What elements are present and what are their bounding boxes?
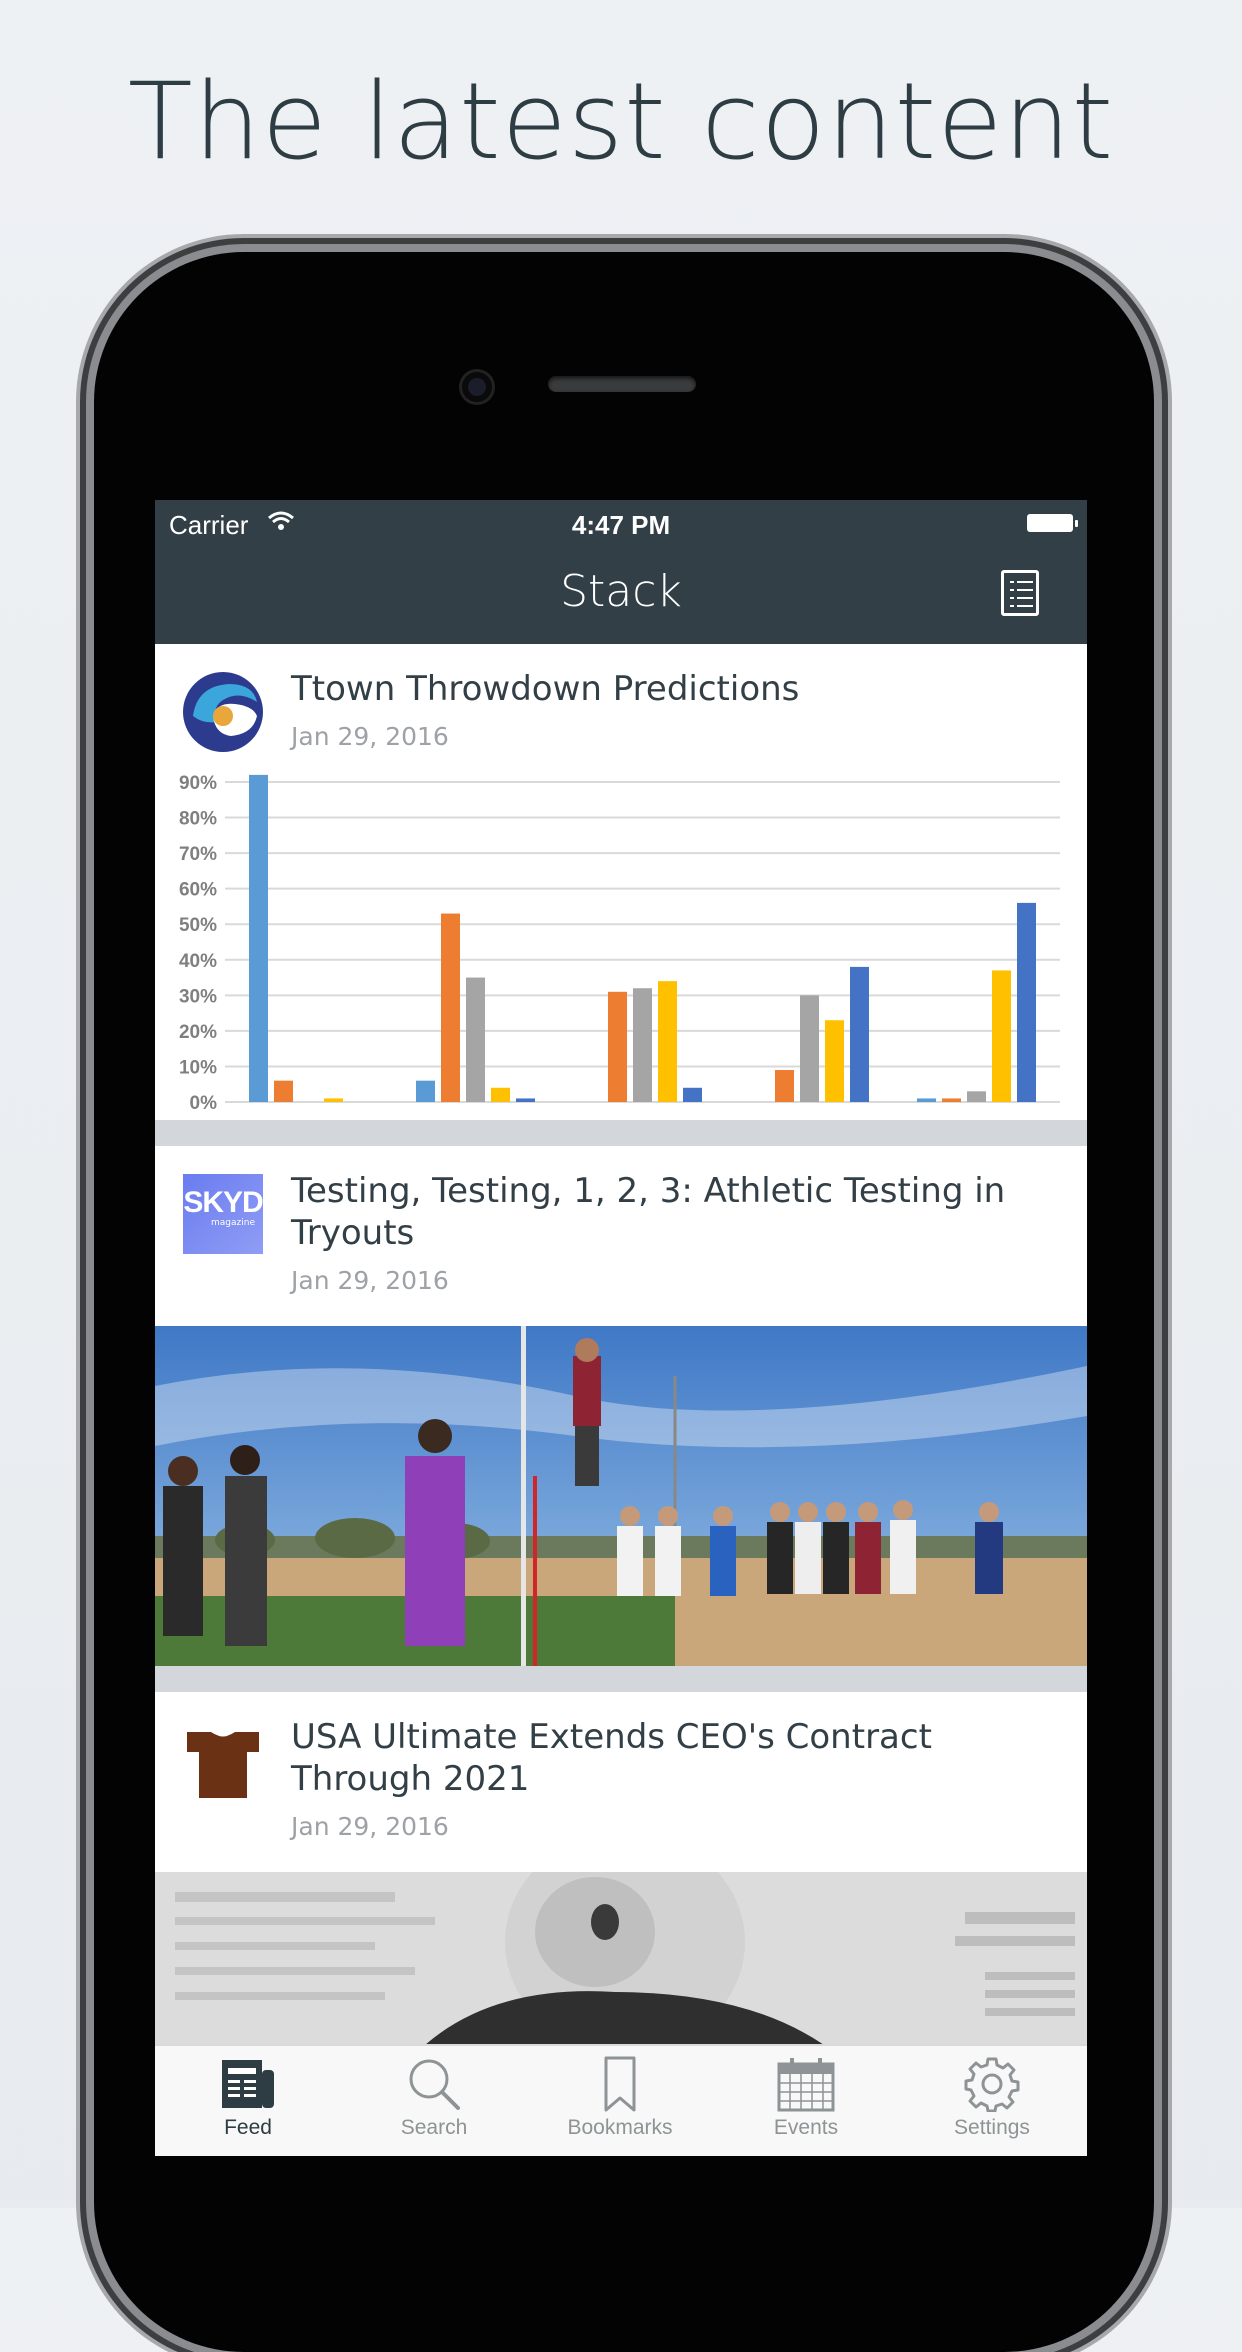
tab-label: Settings — [954, 2116, 1030, 2139]
chart-bar — [633, 988, 652, 1102]
feed-item-title[interactable]: Testing, Testing, 1, 2, 3: Athletic Test… — [291, 1170, 1071, 1254]
chart-bar — [658, 981, 677, 1102]
chart-bar — [466, 977, 485, 1102]
feed-item-date: Jan 29, 2016 — [291, 1812, 449, 1841]
article-photo — [155, 1872, 1087, 2044]
chart-bar — [416, 1080, 435, 1102]
feed-list[interactable]: Ttown Throwdown Predictions Jan 29, 2016… — [155, 644, 1087, 2044]
jersey-icon — [183, 1726, 263, 1806]
feed-item[interactable]: Ttown Throwdown Predictions Jan 29, 2016… — [155, 644, 1087, 1120]
wave-logo-icon — [183, 672, 263, 752]
bookmark-icon — [604, 2056, 636, 2112]
status-bar: Carrier 4:47 PM — [155, 500, 1087, 548]
chart-ytick-label: 80% — [179, 809, 217, 830]
tab-search[interactable]: Search — [341, 2056, 527, 2156]
battery-icon — [1027, 514, 1078, 532]
prediction-bar-chart: 0% 10% 20% 30% 40% 50% 60% 70% 80% 90% — [179, 773, 1060, 1114]
chart-ytick-label: 60% — [179, 880, 217, 901]
chart-ytick-label: 30% — [179, 986, 217, 1007]
tab-label: Bookmarks — [567, 2116, 673, 2139]
tab-bookmarks[interactable]: Bookmarks — [527, 2056, 713, 2156]
feed-separator — [155, 1120, 1087, 1146]
feed-item-date: Jan 29, 2016 — [291, 722, 449, 751]
chart-bar — [942, 1098, 961, 1102]
tab-label: Events — [773, 2116, 839, 2139]
tab-bar: Feed Search Bookmarks Events Settings — [155, 2044, 1087, 2156]
chart-bar — [850, 966, 869, 1102]
chart-ytick-label: 50% — [179, 915, 217, 936]
tab-settings[interactable]: Settings — [899, 2056, 1085, 2156]
chart-bar — [683, 1087, 702, 1102]
volume-down-button — [84, 835, 94, 970]
marketing-headline: The latest content — [127, 60, 1115, 183]
chart-bar — [1017, 902, 1036, 1102]
chart-bar — [324, 1098, 343, 1102]
chart-bar — [608, 991, 627, 1102]
chart-bar — [516, 1098, 535, 1102]
feed-item[interactable]: SKYD magazine Testing, Testing, 1, 2, 3:… — [155, 1146, 1087, 1666]
tab-feed[interactable]: Feed — [155, 2056, 341, 2156]
feed-item[interactable]: USA Ultimate Extends CEO's Contract Thro… — [155, 1692, 1087, 2044]
chart-ytick-label: 40% — [179, 951, 217, 972]
feed-item-title[interactable]: Ttown Throwdown Predictions — [291, 668, 1071, 710]
feed-item-title[interactable]: USA Ultimate Extends CEO's Contract Thro… — [291, 1716, 1071, 1800]
navigation-bar: Stack — [155, 548, 1087, 644]
search-icon — [409, 2059, 460, 2110]
calendar-icon — [777, 2058, 835, 2112]
mute-switch — [84, 510, 94, 580]
status-time: 4:47 PM — [571, 510, 671, 540]
chart-bar — [274, 1080, 293, 1102]
app-screen: Carrier 4:47 PM Stack Ttown Throwdown Pr… — [155, 500, 1087, 2156]
nav-title: Stack — [560, 566, 682, 617]
newspaper-icon — [222, 2060, 274, 2108]
chart-ytick-label: 20% — [179, 1022, 217, 1043]
gear-icon — [964, 2057, 1020, 2112]
tab-events[interactable]: Events — [713, 2056, 899, 2156]
chart-ytick-label: 90% — [179, 773, 217, 794]
chart-bar — [491, 1087, 510, 1102]
chart-bar — [825, 1020, 844, 1102]
tab-label: Search — [400, 2116, 468, 2139]
volume-up-button — [84, 665, 94, 800]
feed-item-date: Jan 29, 2016 — [291, 1266, 449, 1295]
chart-bar — [992, 970, 1011, 1102]
chart-bar — [249, 774, 268, 1102]
article-photo — [155, 1326, 1087, 1666]
chart-bar — [441, 913, 460, 1102]
chart-ytick-label: 0% — [190, 1093, 218, 1114]
chart-bar — [967, 1091, 986, 1102]
tab-label: Feed — [224, 2116, 272, 2139]
feed-separator — [155, 1666, 1087, 1692]
chart-bar — [800, 995, 819, 1102]
chart-ytick-label: 10% — [179, 1057, 217, 1078]
chart-bar — [917, 1098, 936, 1102]
skyd-logo: SKYD magazine — [183, 1174, 264, 1254]
chart-bar — [775, 1070, 794, 1102]
chart-ytick-label: 70% — [179, 844, 217, 865]
list-view-icon[interactable] — [1001, 570, 1039, 616]
front-camera — [462, 372, 492, 402]
earpiece-speaker — [548, 376, 696, 392]
